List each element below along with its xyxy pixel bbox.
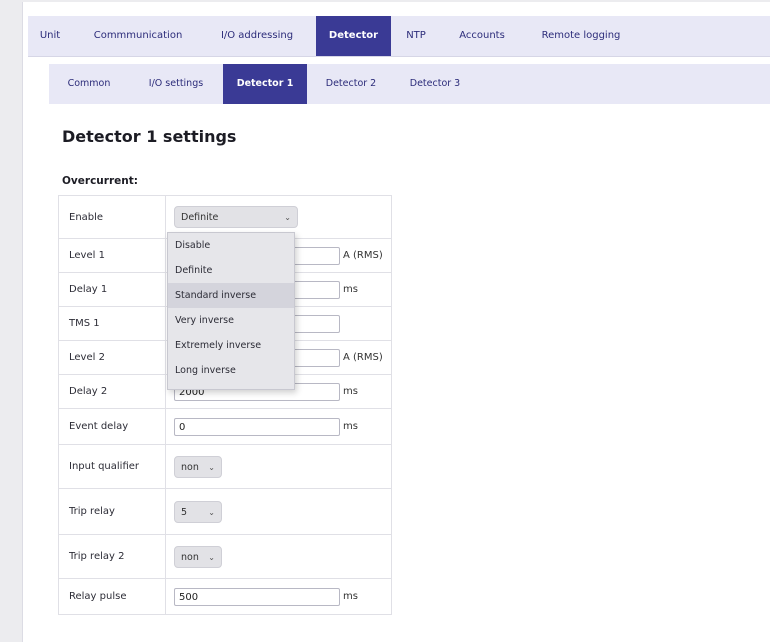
enable-label: Enable [58, 195, 166, 239]
tab-unit[interactable]: Unit [28, 16, 72, 56]
sub-tab-bar: Common I/O settings Detector 1 Detector … [49, 64, 770, 104]
main-tab-bar: Unit Commmunication I/O addressing Detec… [28, 16, 770, 57]
subtab-detector-3[interactable]: Detector 3 [395, 64, 475, 104]
event-delay-unit: ms [343, 421, 358, 432]
page-title: Detector 1 settings [62, 127, 237, 146]
level2-label: Level 2 [58, 340, 166, 375]
section-label-overcurrent: Overcurrent: [62, 175, 138, 187]
enable-dropdown-menu: Disable Definite Standard inverse Very i… [167, 232, 295, 390]
chevron-down-icon: ⌄ [208, 462, 215, 472]
input-qualifier-select[interactable]: non ⌄ [174, 455, 222, 478]
enable-option-very-inverse[interactable]: Very inverse [168, 308, 294, 333]
delay1-label: Delay 1 [58, 272, 166, 307]
subtab-io-settings[interactable]: I/O settings [133, 64, 219, 104]
row-trip-relay: Trip relay 5 ⌄ [58, 488, 392, 535]
delay2-unit: ms [343, 386, 358, 397]
trip-relay-2-label: Trip relay 2 [58, 534, 166, 579]
tab-ntp[interactable]: NTP [395, 16, 437, 56]
chevron-down-icon: ⌄ [208, 552, 215, 562]
trip-relay-select[interactable]: 5 ⌄ [174, 500, 222, 523]
enable-option-long-inverse[interactable]: Long inverse [168, 358, 294, 383]
tab-io-addressing[interactable]: I/O addressing [204, 16, 310, 56]
trip-relay-2-value: non [181, 551, 199, 563]
chevron-down-icon: ⌄ [208, 507, 215, 517]
enable-option-definite[interactable]: Definite [168, 258, 294, 283]
input-qualifier-value: non [181, 461, 199, 473]
enable-select-value: Definite [181, 212, 219, 223]
enable-option-standard-inverse[interactable]: Standard inverse [168, 283, 294, 308]
event-delay-input[interactable]: 0 [174, 417, 340, 436]
input-qualifier-label: Input qualifier [58, 444, 166, 489]
level1-unit: A (RMS) [343, 250, 383, 261]
event-delay-label: Event delay [58, 408, 166, 445]
tab-communication[interactable]: Commmunication [80, 16, 196, 56]
chevron-down-icon: ⌄ [284, 213, 291, 222]
subtab-common[interactable]: Common [49, 64, 129, 104]
level1-label: Level 1 [58, 238, 166, 273]
row-input-qualifier: Input qualifier non ⌄ [58, 444, 392, 489]
relay-pulse-label: Relay pulse [58, 578, 166, 615]
relay-pulse-unit: ms [343, 591, 358, 602]
subtab-detector-2[interactable]: Detector 2 [311, 64, 391, 104]
row-trip-relay-2: Trip relay 2 non ⌄ [58, 534, 392, 579]
row-event-delay: Event delay 0 ms [58, 408, 392, 445]
enable-option-extremely-inverse[interactable]: Extremely inverse [168, 333, 294, 358]
tab-remote-logging[interactable]: Remote logging [526, 16, 636, 56]
level2-unit: A (RMS) [343, 352, 383, 363]
relay-pulse-input[interactable]: 500 [174, 587, 340, 606]
delay1-unit: ms [343, 284, 358, 295]
trip-relay-label: Trip relay [58, 488, 166, 535]
tab-accounts[interactable]: Accounts [442, 16, 522, 56]
tms1-label: TMS 1 [58, 306, 166, 341]
trip-relay-value: 5 [181, 506, 188, 518]
tab-detector[interactable]: Detector [316, 16, 391, 56]
enable-select[interactable]: Definite ⌄ [174, 206, 298, 228]
trip-relay-2-select[interactable]: non ⌄ [174, 545, 222, 568]
delay2-label: Delay 2 [58, 374, 166, 409]
subtab-detector-1[interactable]: Detector 1 [223, 64, 307, 104]
row-relay-pulse: Relay pulse 500 ms [58, 578, 392, 615]
enable-option-disable[interactable]: Disable [168, 233, 294, 258]
